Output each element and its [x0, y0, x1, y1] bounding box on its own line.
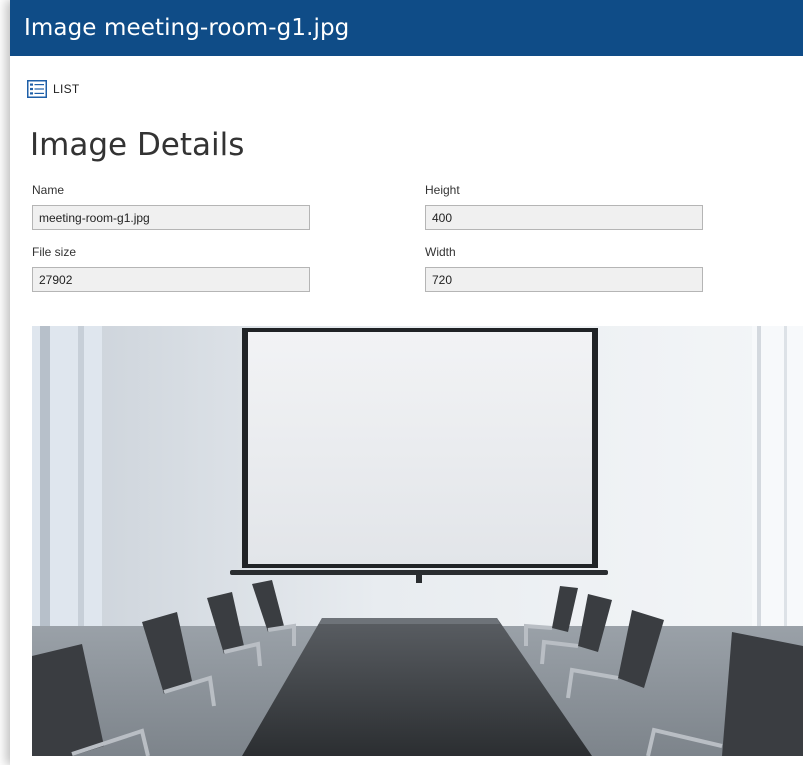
name-label: Name: [32, 183, 65, 197]
height-field: Height: [425, 183, 703, 230]
list-icon: [27, 80, 47, 98]
width-input[interactable]: [425, 267, 703, 292]
window-title: Image meeting-room-g1.jpg: [24, 15, 350, 41]
file-size-input[interactable]: [32, 267, 310, 292]
name-input[interactable]: [32, 205, 310, 230]
file-size-field: File size: [32, 245, 310, 292]
details-form: Name Height File size Width: [10, 183, 803, 293]
name-field: Name: [32, 183, 310, 230]
width-label: Width: [425, 245, 456, 259]
list-button-label: LIST: [53, 82, 80, 96]
app-window: Image meeting-room-g1.jpg LIST Image Det…: [10, 0, 803, 765]
list-button[interactable]: LIST: [27, 80, 80, 98]
meeting-room-photo: [32, 326, 803, 756]
file-size-label: File size: [32, 245, 77, 259]
height-label: Height: [425, 183, 460, 197]
image-preview: [32, 326, 803, 756]
height-input[interactable]: [425, 205, 703, 230]
width-field: Width: [425, 245, 703, 292]
command-bar: LIST: [10, 71, 803, 107]
page-title: Image Details: [30, 127, 245, 163]
title-bar: Image meeting-room-g1.jpg: [10, 0, 803, 56]
